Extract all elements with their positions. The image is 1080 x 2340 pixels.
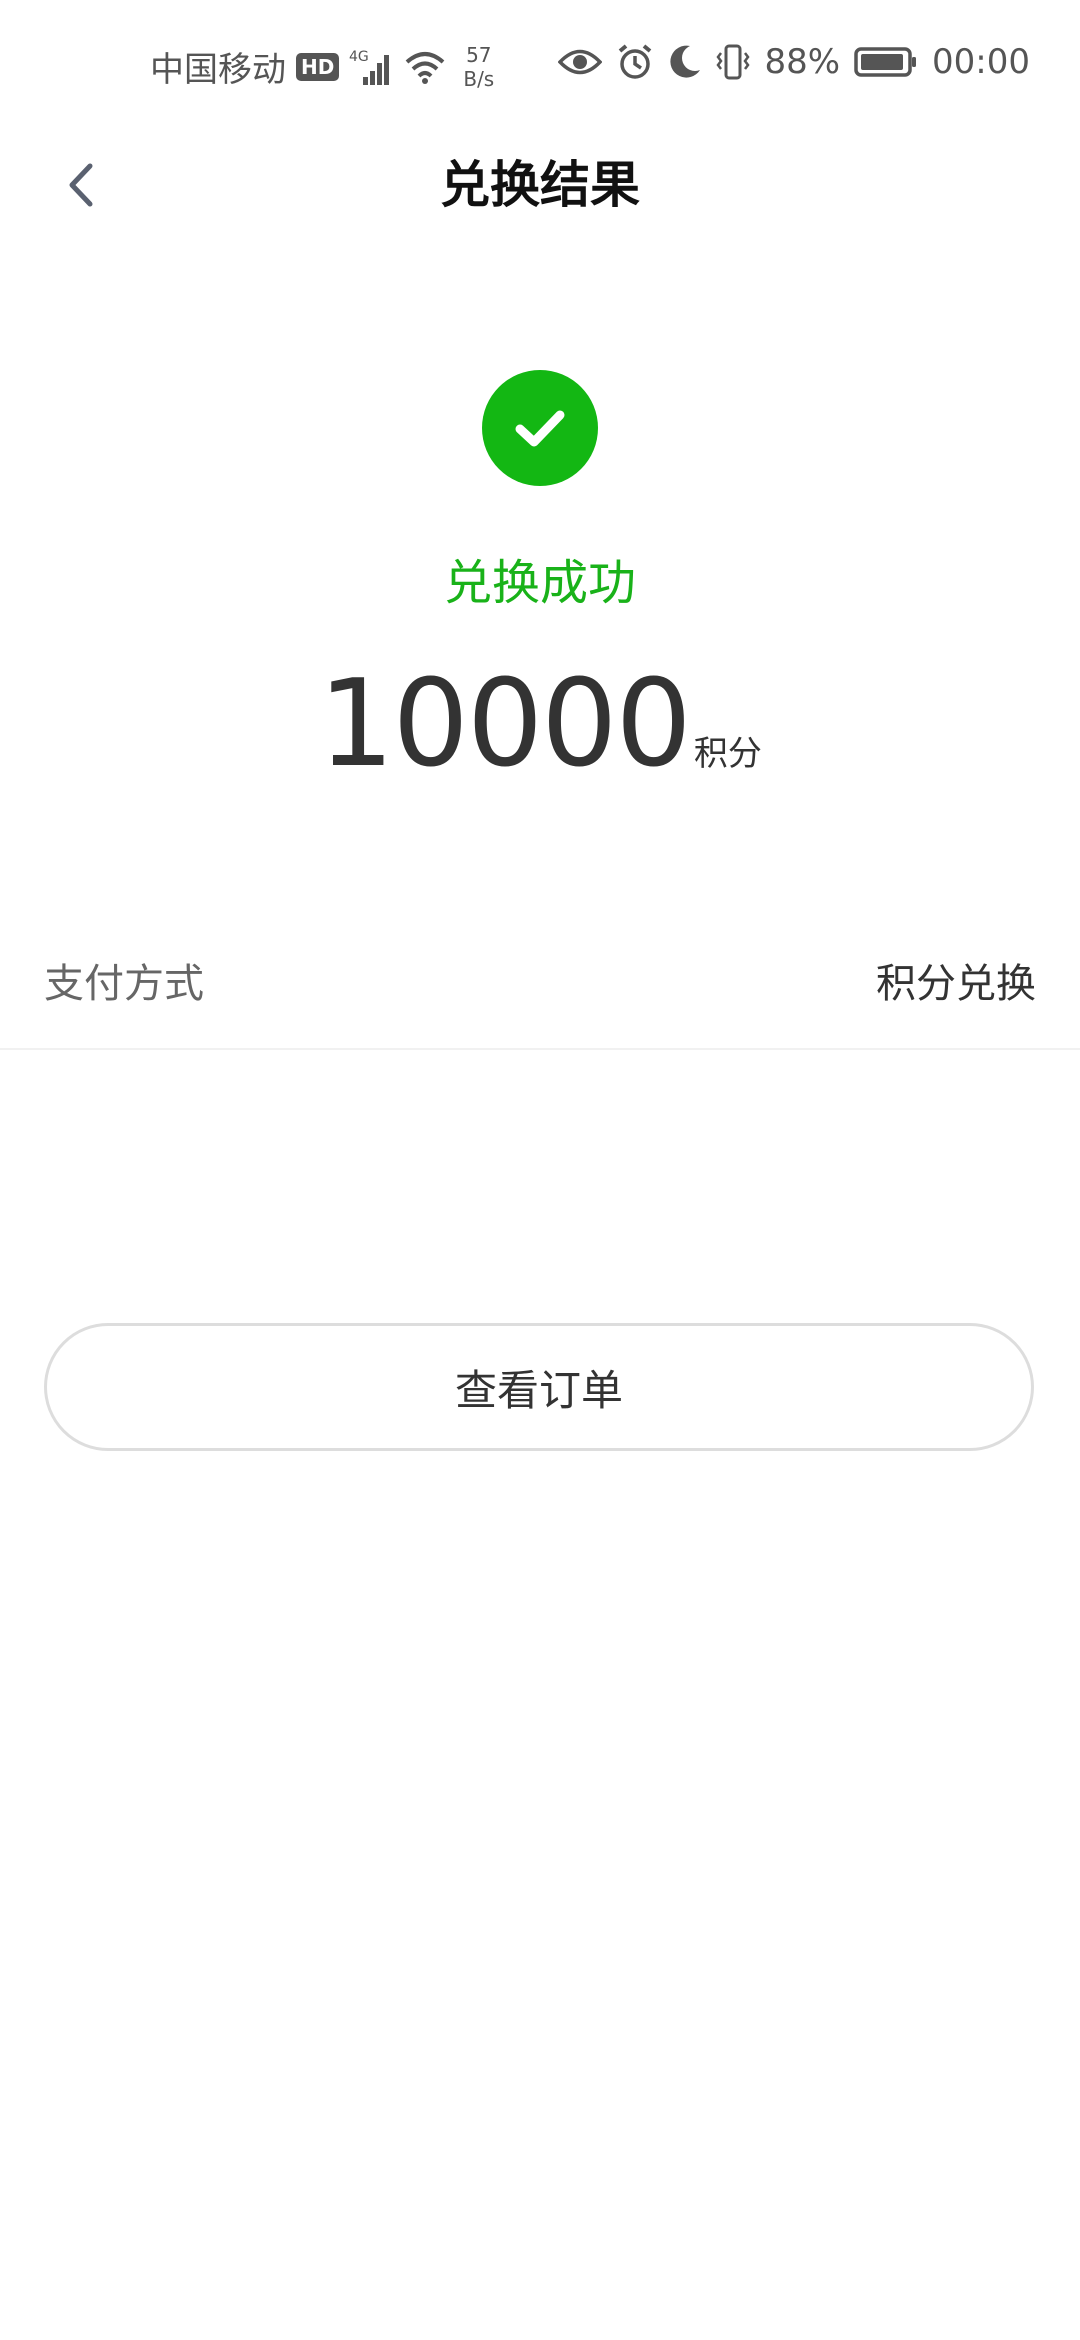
screen: 中国移动 HD 4G 57 B/s 88% 00:00 兑换结果 兑换成功 10… xyxy=(0,0,1080,2340)
amount-row: 10000 积分 xyxy=(0,660,1080,790)
signal-icon: 4G xyxy=(349,47,393,87)
network-speed: 57 B/s xyxy=(463,43,494,91)
speed-unit: B/s xyxy=(463,66,495,91)
battery-icon xyxy=(854,46,918,78)
status-bar-right: 88% 00:00 xyxy=(558,42,1030,82)
hd-badge: HD xyxy=(296,52,340,81)
wifi-icon xyxy=(403,48,447,86)
amount-unit: 积分 xyxy=(693,734,762,774)
payment-method-value: 积分兑换 xyxy=(876,961,1036,1007)
success-icon xyxy=(482,370,598,486)
amount-value: 10000 xyxy=(318,655,692,794)
result-status: 兑换成功 xyxy=(443,555,636,611)
header: 兑换结果 xyxy=(0,130,1080,240)
page-title: 兑换结果 xyxy=(440,156,640,214)
network-type: 4G xyxy=(349,49,369,65)
battery-percent: 88% xyxy=(764,42,841,82)
carrier-name: 中国移动 xyxy=(150,50,286,90)
speed-value: 57 xyxy=(466,42,492,67)
view-order-button[interactable]: 查看订单 xyxy=(44,1323,1034,1451)
clock: 00:00 xyxy=(932,42,1030,82)
payment-method-label: 支付方式 xyxy=(44,961,204,1007)
payment-method-row: 支付方式 积分兑换 xyxy=(0,930,1080,1050)
status-bar: 中国移动 HD 4G 57 B/s 88% 00:00 xyxy=(0,0,1080,130)
check-icon xyxy=(515,410,565,447)
alarm-icon xyxy=(616,43,654,81)
moon-icon xyxy=(668,44,702,80)
vibrate-icon xyxy=(716,43,750,81)
eye-icon xyxy=(558,47,603,77)
status-bar-left: 中国移动 HD 4G 57 B/s xyxy=(150,42,494,91)
